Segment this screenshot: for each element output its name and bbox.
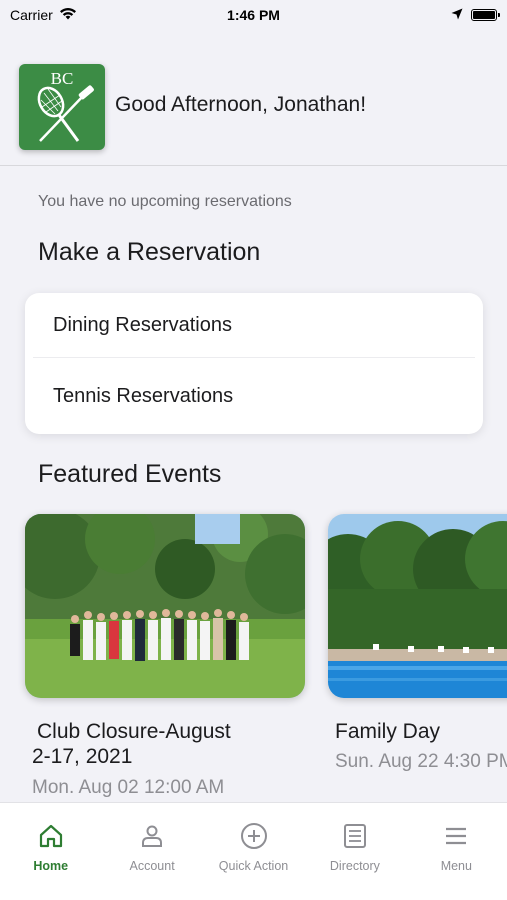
- tab-home[interactable]: Home: [0, 803, 101, 900]
- event-image-group-photo: [25, 514, 305, 698]
- list-document-icon: [340, 821, 370, 851]
- tab-quick-action[interactable]: Quick Action: [203, 803, 304, 900]
- status-time: 1:46 PM: [227, 7, 280, 23]
- event-title-line2: 2-17, 2021: [32, 745, 133, 768]
- dining-reservations-button[interactable]: Dining Reservations: [25, 293, 483, 357]
- greeting-text: Good Afternoon, Jonathan!: [115, 92, 367, 116]
- tab-directory[interactable]: Directory: [304, 803, 405, 900]
- make-reservation-title: Make a Reservation: [38, 238, 261, 266]
- tab-home-label: Home: [33, 859, 69, 873]
- event-title-family-day[interactable]: Family Day: [335, 718, 440, 745]
- tab-directory-label: Directory: [329, 859, 380, 873]
- dining-reservations-label: Dining Reservations: [53, 313, 232, 336]
- no-reservations-text: You have no upcoming reservations: [38, 193, 292, 210]
- event-card-club-closure[interactable]: [25, 514, 305, 698]
- status-bar: Carrier 1:46 PM: [0, 0, 507, 30]
- tab-quick-action-label: Quick Action: [218, 859, 289, 873]
- event-image-pool: [328, 514, 507, 698]
- tennis-reservations-button[interactable]: Tennis Reservations: [25, 358, 483, 434]
- person-icon: [137, 821, 167, 851]
- tab-account[interactable]: Account: [101, 803, 202, 900]
- hamburger-menu-icon: [441, 821, 471, 851]
- tab-account-label: Account: [129, 859, 175, 873]
- tab-menu[interactable]: Menu: [406, 803, 507, 900]
- event-title-line1: Club Closure-August: [37, 720, 231, 743]
- location-arrow-icon: [451, 7, 463, 23]
- club-logo: BC: [19, 63, 105, 150]
- tennis-reservations-label: Tennis Reservations: [53, 384, 234, 407]
- bottom-tab-bar: Home Account Quick Action Directory Menu: [0, 802, 507, 900]
- status-right: [451, 7, 500, 23]
- event-title-club-closure[interactable]: Club Closure-August: [37, 718, 231, 745]
- home-header: BC Good Afternoon, Jonathan!: [0, 48, 507, 166]
- reservation-card: Dining Reservations Tennis Reservations: [25, 293, 483, 434]
- featured-events-title: Featured Events: [38, 460, 222, 488]
- plus-circle-icon: [239, 821, 269, 851]
- event-title-club-closure-line2[interactable]: 2-17, 2021: [32, 743, 132, 770]
- event-date-family-day: Sun. Aug 22 4:30 PM: [335, 751, 507, 772]
- home-icon: [36, 821, 66, 851]
- tab-menu-label: Menu: [440, 859, 472, 873]
- club-logo-icon: BC: [37, 69, 94, 142]
- event-card-family-day[interactable]: [328, 514, 507, 698]
- event-date-club-closure: Mon. Aug 02 12:00 AM: [32, 777, 225, 798]
- club-logo-text: BC: [51, 69, 74, 88]
- battery-icon: [471, 9, 500, 21]
